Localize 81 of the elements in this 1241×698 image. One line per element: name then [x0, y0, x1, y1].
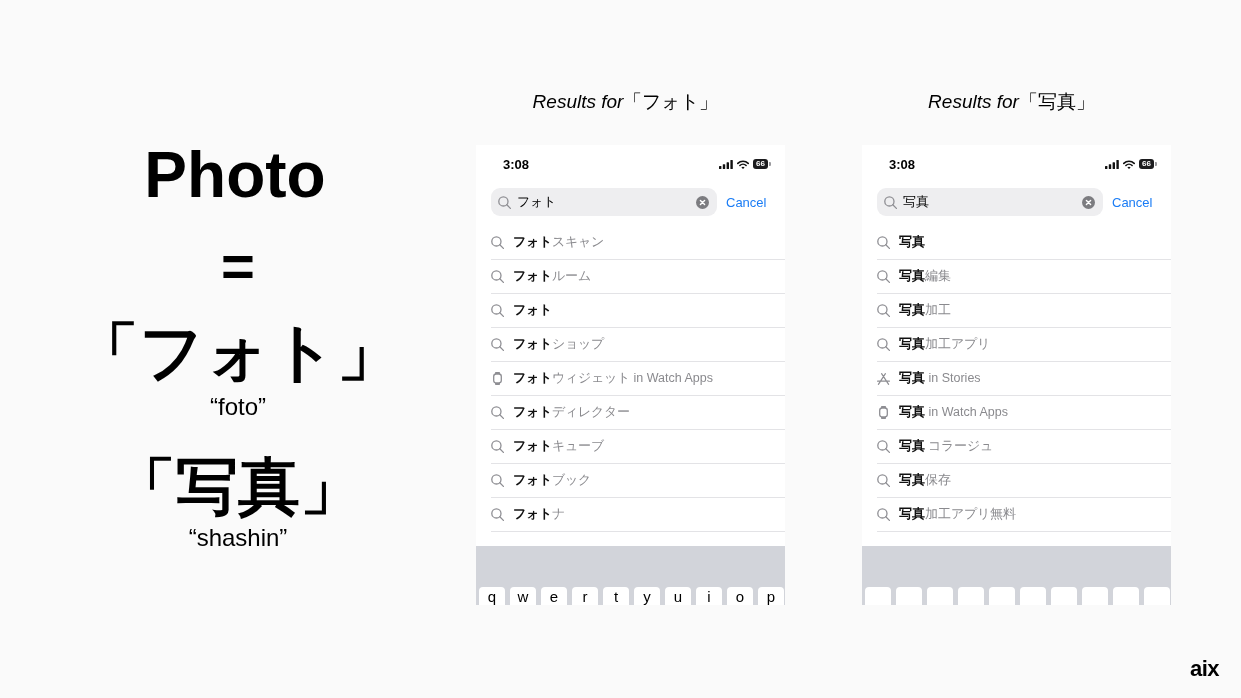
search-icon	[877, 474, 890, 487]
keyboard-key[interactable]: y	[634, 587, 660, 605]
suggestion-item[interactable]: 写真保存	[877, 464, 1171, 498]
search-icon	[491, 474, 504, 487]
keyboard-key[interactable]	[1020, 587, 1046, 605]
keyboard-key[interactable]	[989, 587, 1015, 605]
cancel-button[interactable]: Cancel	[726, 194, 767, 210]
suggestion-item[interactable]: フォト ウィジェット in Watch Apps	[491, 362, 785, 396]
search-icon	[877, 508, 890, 521]
search-icon	[884, 195, 897, 209]
keyboard-key[interactable]: u	[665, 587, 691, 605]
keyboard-key[interactable]: t	[603, 587, 629, 605]
suggestion-item[interactable]: 写真 コラージュ	[877, 430, 1171, 464]
watch-icon	[879, 406, 888, 419]
status-time: 3:08	[889, 156, 916, 172]
search-field[interactable]: 写真	[877, 188, 1103, 216]
suggestion-item[interactable]: 写真加工アプリ無料	[877, 498, 1171, 532]
signal-icon	[1105, 159, 1120, 169]
keyboard-key[interactable]	[1113, 587, 1139, 605]
keyboard-key[interactable]	[1051, 587, 1077, 605]
suggestion-item[interactable]: フォト ブック	[491, 464, 785, 498]
search-icon	[491, 270, 504, 283]
logo: aix	[1189, 657, 1219, 681]
suggestion-item[interactable]: フォト ディレクター	[491, 396, 785, 430]
search-field[interactable]: フォト	[491, 188, 717, 216]
suggestion-item[interactable]: 写真	[877, 226, 1171, 260]
keyboard-key[interactable]: i	[696, 587, 722, 605]
clear-icon[interactable]	[1082, 195, 1095, 209]
romaji-reading: “foto”	[210, 392, 266, 422]
panel-title: Results for「フォト」	[531, 90, 720, 114]
panel-title: Results for「写真」	[927, 90, 1096, 114]
keyboard-key[interactable]: r	[572, 587, 598, 605]
suggestion-item[interactable]: フォト ルーム	[491, 260, 785, 294]
suggestion-item[interactable]: フォト ナ	[491, 498, 785, 532]
suggestion-item[interactable]: 写真 in Watch Apps	[877, 396, 1171, 430]
keyboard-key[interactable]: o	[727, 587, 753, 605]
search-icon	[877, 338, 890, 351]
battery-indicator: 66	[1139, 159, 1157, 169]
signal-icon	[719, 159, 734, 169]
keyboard-key[interactable]: p	[758, 587, 784, 605]
keyboard-key[interactable]	[865, 587, 891, 605]
search-icon	[877, 270, 890, 283]
status-time: 3:08	[503, 156, 530, 172]
search-icon	[491, 304, 504, 317]
search-icon	[491, 508, 504, 521]
search-icon	[877, 304, 890, 317]
headword: Photo	[144, 140, 326, 210]
search-icon	[877, 236, 890, 249]
watch-icon	[493, 372, 502, 385]
search-icon	[491, 406, 504, 419]
suggestion-item[interactable]: 写真加工	[877, 294, 1171, 328]
search-icon	[491, 440, 504, 453]
suggestion-item[interactable]: フォト ショップ	[491, 328, 785, 362]
keyboard-key[interactable]	[1082, 587, 1108, 605]
keyboard-key[interactable]: w	[510, 587, 536, 605]
suggestion-item[interactable]: フォト	[491, 294, 785, 328]
wifi-icon	[737, 159, 750, 169]
search-icon	[877, 440, 890, 453]
romaji-reading: “shashin”	[188, 523, 288, 553]
suggestion-item[interactable]: フォト スキャン	[491, 226, 785, 260]
cancel-button[interactable]: Cancel	[1112, 194, 1153, 210]
keyboard-key[interactable]: e	[541, 587, 567, 605]
search-icon	[498, 195, 511, 209]
a-letter-icon	[877, 372, 890, 385]
suggestion-item[interactable]: 写真編集	[877, 260, 1171, 294]
equals-sign: =	[221, 236, 255, 296]
keyboard-key[interactable]	[958, 587, 984, 605]
japanese-word: 「写真」	[114, 449, 362, 525]
keyboard-key[interactable]	[927, 587, 953, 605]
wifi-icon	[1123, 159, 1136, 169]
keyboard-key[interactable]: q	[479, 587, 505, 605]
battery-indicator: 66	[753, 159, 771, 169]
keyboard-key[interactable]	[896, 587, 922, 605]
suggestion-item[interactable]: 写真 in Stories	[877, 362, 1171, 396]
suggestion-item[interactable]: 写真加工アプリ	[877, 328, 1171, 362]
search-icon	[491, 236, 504, 249]
search-icon	[491, 338, 504, 351]
suggestion-item[interactable]: フォト キューブ	[491, 430, 785, 464]
japanese-word: 「フォト」	[75, 314, 401, 390]
clear-icon[interactable]	[696, 195, 709, 209]
keyboard-key[interactable]	[1144, 587, 1170, 605]
